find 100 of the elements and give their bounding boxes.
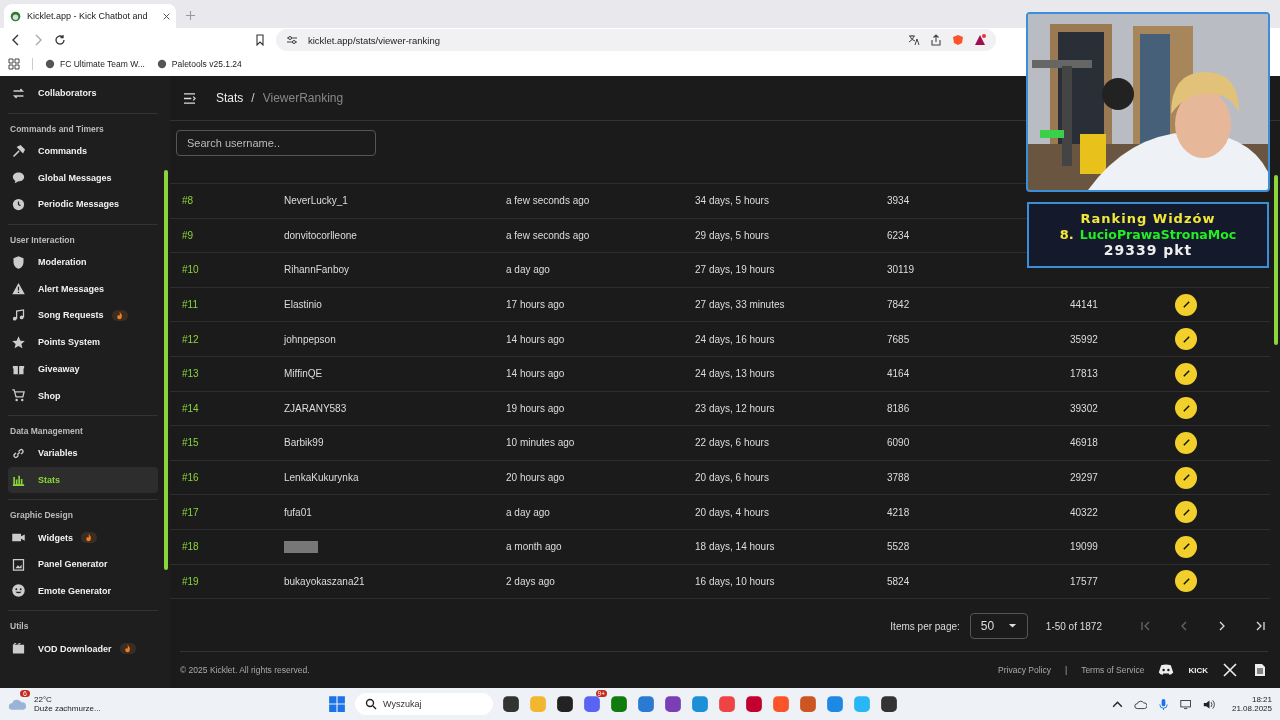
bookmark-link[interactable]: Paletools v25.1.24 [156, 59, 242, 69]
hammer-icon [11, 143, 26, 159]
taskbar-search[interactable]: Wyszukaj [355, 693, 493, 715]
film-icon [11, 641, 26, 657]
clock-date[interactable]: 21.08.2025 [1231, 704, 1272, 713]
table-cell: a day ago [506, 506, 550, 518]
username-cell: donvitocorlleone [284, 229, 357, 241]
rank-cell: #18 [182, 541, 199, 553]
speaker-icon[interactable] [1202, 697, 1216, 711]
flame-icon [115, 310, 124, 320]
breadcrumb-item[interactable]: Stats [216, 91, 244, 105]
footer-link[interactable]: Terms of Service [1081, 665, 1145, 675]
speech-bubble-icon [11, 170, 26, 186]
last-page-icon[interactable] [1254, 620, 1266, 632]
table-cell: a month ago [506, 541, 562, 553]
table-cell: a day ago [506, 264, 550, 276]
sidebar-item[interactable]: Stats [8, 466, 158, 494]
taskbar-app-icon[interactable] [502, 695, 520, 713]
document-icon[interactable] [1252, 663, 1268, 677]
apps-grid-icon[interactable] [8, 58, 20, 70]
username-cell: LenkaKukurynka [284, 472, 359, 484]
table-cell: 22 days, 6 hours [695, 437, 769, 449]
edit-button[interactable] [1175, 328, 1197, 351]
sidebar-item[interactable]: Giveaway [8, 355, 158, 383]
sliders-icon [286, 34, 298, 46]
edit-button[interactable] [1175, 397, 1197, 420]
sidebar-item[interactable]: Widgets [8, 524, 158, 551]
edit-button[interactable] [1175, 431, 1197, 454]
sidebar-item[interactable]: Emote Generator [8, 577, 158, 605]
username-cell: johnpepson [284, 333, 336, 345]
username-cell: NeverLucky_1 [284, 195, 348, 207]
taskbar-app-icon[interactable] [880, 695, 898, 713]
sidebar-item[interactable]: Shop [8, 382, 158, 409]
ranking-overlay: Ranking Widzów 8. LucioPrawaStronaMoc 29339 pkt [1027, 202, 1269, 268]
sidebar-item[interactable]: Periodic Messages [8, 191, 158, 218]
reload-icon[interactable] [54, 34, 66, 46]
sidebar-item[interactable]: Commands [8, 137, 158, 165]
table-cell: 44141 [1070, 299, 1098, 311]
rank-cell: #14 [182, 402, 199, 414]
table-cell: 3788 [887, 472, 910, 484]
edit-button[interactable] [1175, 570, 1197, 593]
sidebar-item[interactable]: Panel Generator [8, 550, 158, 578]
first-page-icon[interactable] [1140, 620, 1152, 632]
sidebar-item[interactable]: Song Requests [8, 302, 158, 329]
sidebar-item[interactable]: Global Messages [8, 164, 158, 192]
username-cell: RihannFanboy [284, 264, 350, 276]
close-icon[interactable] [163, 12, 170, 20]
caret-icon [1007, 623, 1017, 629]
table-cell: 17577 [1070, 575, 1098, 587]
sidebar-item[interactable]: Variables [8, 439, 158, 467]
table-cell: 17 hours ago [506, 299, 565, 311]
music-note-icon [11, 307, 26, 323]
x-icon[interactable] [1222, 663, 1238, 677]
table-cell: a few seconds ago [506, 229, 590, 241]
table-cell: 20 days, 6 hours [695, 472, 769, 484]
taskbar-app-icon[interactable] [556, 695, 574, 713]
microphone-icon[interactable] [1156, 697, 1170, 711]
sidebar-item[interactable]: Moderation [8, 248, 158, 276]
address-bar[interactable]: kicklet.app/stats/viewer-ranking [276, 29, 996, 51]
table-cell: 46918 [1070, 437, 1098, 449]
footer-link[interactable]: Privacy Policy [998, 665, 1051, 675]
triangle-icon[interactable] [974, 34, 986, 46]
gamepad-icon[interactable] [1158, 663, 1175, 677]
section-heading: Utils [9, 620, 30, 634]
table-cell: 27 days, 33 minutes [695, 299, 785, 311]
username-cell: bukayokaszana21 [284, 575, 365, 587]
browser-tab[interactable]: Kicklet.app - Kick Chatbot and [4, 4, 176, 28]
kick-link[interactable]: KICK [1188, 665, 1208, 675]
table-cell: 39302 [1070, 402, 1098, 414]
copyright-text: © 2025 Kicklet. All rights reserved. [180, 665, 310, 675]
rank-cell: #8 [182, 195, 194, 207]
table-cell: 29297 [1070, 472, 1098, 484]
sidebar-item[interactable]: Alert Messages [8, 275, 158, 303]
bookmark-link[interactable]: FC Ultimate Team W... [45, 59, 145, 69]
table-cell: 34 days, 5 hours [695, 195, 769, 207]
search-field[interactable]: Search username.. [176, 130, 376, 156]
rank-cell: #10 [182, 264, 199, 276]
pencil-icon [1181, 576, 1191, 586]
clock-time[interactable]: 18:21 [1251, 695, 1272, 704]
pencil-icon [1181, 438, 1191, 448]
globe-icon [156, 59, 167, 69]
pencil-icon [1181, 403, 1191, 413]
table-cell: 14 hours ago [506, 368, 565, 380]
table-cell: a few seconds ago [506, 195, 590, 207]
sidebar-item[interactable]: Collaborators [38, 88, 97, 99]
edit-button[interactable] [1175, 535, 1197, 558]
sidebar-item[interactable]: Points System [8, 328, 158, 356]
windows-start-icon[interactable] [328, 695, 346, 713]
breadcrumb-item: ViewerRanking [262, 91, 344, 105]
edit-button[interactable] [1175, 501, 1197, 524]
edit-button[interactable] [1175, 466, 1197, 489]
share-icon[interactable] [930, 34, 942, 46]
edit-button[interactable] [1175, 362, 1197, 385]
translate-icon[interactable] [908, 34, 920, 46]
sidebar-item[interactable]: VOD Downloader [8, 635, 158, 662]
bookmark-icon[interactable] [254, 34, 266, 46]
menu-icon[interactable] [183, 92, 196, 104]
table-cell: 4164 [887, 368, 910, 380]
edit-button[interactable] [1175, 293, 1197, 316]
page-size-select[interactable]: 50 [969, 613, 1028, 639]
